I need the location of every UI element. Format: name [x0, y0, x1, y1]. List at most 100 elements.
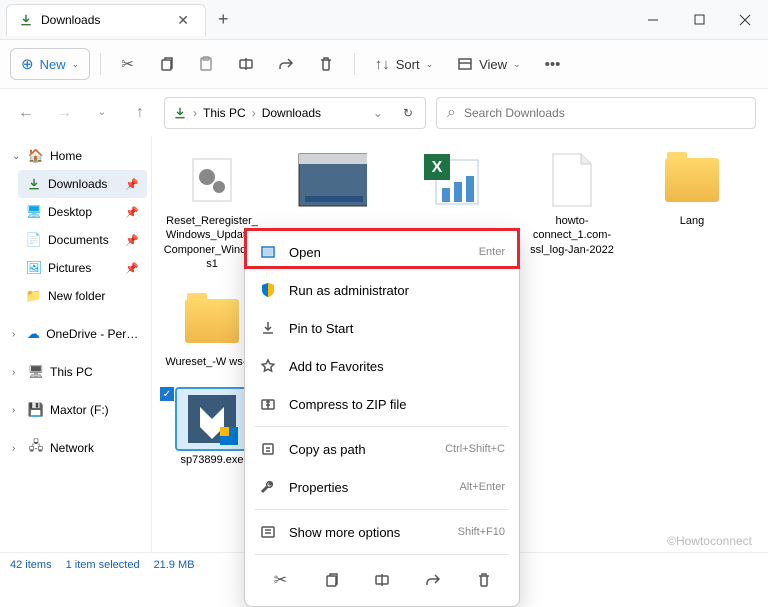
view-label: View — [479, 57, 507, 72]
documents-icon: 📄 — [26, 232, 42, 248]
drive-icon: 💾 — [28, 402, 44, 418]
svg-text:X: X — [432, 159, 443, 176]
delete-button[interactable] — [308, 48, 344, 80]
trash-icon — [318, 56, 334, 72]
context-cut-button[interactable]: ✂ — [264, 564, 296, 596]
refresh-button[interactable]: ↻ — [399, 106, 417, 120]
context-pin-to-start[interactable]: Pin to Start — [245, 309, 519, 347]
batch-file-icon — [177, 150, 247, 210]
new-label: New — [40, 57, 66, 72]
context-share-button[interactable] — [417, 564, 449, 596]
forward-button[interactable]: → — [50, 99, 78, 127]
app-window-icon — [297, 150, 367, 210]
rename-button[interactable] — [228, 48, 264, 80]
view-icon — [457, 56, 473, 72]
context-copy-as-path[interactable]: Copy as path Ctrl+Shift+C — [245, 430, 519, 468]
pc-icon: 🖥 — [28, 364, 44, 380]
new-button[interactable]: ⊕ New ⌄ — [10, 48, 90, 80]
maximize-button[interactable] — [676, 0, 722, 40]
pictures-icon: 🖼 — [26, 260, 42, 276]
paste-button[interactable] — [188, 48, 224, 80]
cloud-icon: ☁ — [27, 326, 41, 342]
copy-path-icon — [259, 441, 277, 457]
sidebar-item-onedrive[interactable]: › ☁ OneDrive - Personal — [4, 320, 147, 348]
context-rename-button[interactable] — [366, 564, 398, 596]
pin-icon — [259, 320, 277, 336]
cut-button[interactable]: ✂ — [111, 48, 144, 80]
context-delete-button[interactable] — [468, 564, 500, 596]
context-run-as-admin[interactable]: Run as administrator — [245, 271, 519, 309]
sidebar-item-documents[interactable]: 📄 Documents 📌 — [18, 226, 147, 254]
share-icon — [278, 56, 294, 72]
pin-icon: 📌 — [125, 234, 139, 247]
download-icon — [19, 13, 33, 27]
minimize-button[interactable] — [630, 0, 676, 40]
recent-button[interactable]: ⌄ — [88, 99, 116, 127]
chevron-right-icon: › — [193, 106, 197, 120]
sidebar-item-thispc[interactable]: › 🖥 This PC — [4, 358, 147, 386]
more-icon — [259, 524, 277, 540]
sidebar-item-desktop[interactable]: 🖥 Desktop 📌 — [18, 198, 147, 226]
context-show-more[interactable]: Show more options Shift+F10 — [245, 513, 519, 551]
tab-close-button[interactable]: ✕ — [173, 12, 193, 29]
context-open[interactable]: Open Enter — [245, 233, 519, 271]
open-icon — [259, 244, 277, 260]
navigation-pane: ⌄ 🏠 Home Downloads 📌 🖥 Desktop 📌 📄 Docum… — [0, 136, 152, 552]
context-compress-zip[interactable]: Compress to ZIP file — [245, 385, 519, 423]
chevron-right-icon: › — [12, 405, 22, 416]
up-button[interactable]: ↑ — [126, 99, 154, 127]
search-box[interactable]: ⌕ — [436, 97, 756, 129]
file-item[interactable]: Lang — [642, 150, 742, 271]
sidebar-item-network[interactable]: › 🖧 Network — [4, 434, 147, 462]
sort-icon: ↑↓ — [375, 56, 390, 73]
paste-icon — [198, 56, 214, 72]
shield-icon — [259, 282, 277, 298]
navigation-bar: ← → ⌄ ↑ › This PC › Downloads ⌄ ↻ ⌕ — [0, 88, 768, 136]
sidebar-item-pictures[interactable]: 🖼 Pictures 📌 — [18, 254, 147, 282]
more-button[interactable]: ••• — [535, 48, 571, 80]
context-add-to-favorites[interactable]: Add to Favorites — [245, 347, 519, 385]
breadcrumb-thispc[interactable]: This PC — [203, 106, 246, 120]
pin-icon: 📌 — [125, 262, 139, 275]
file-item[interactable]: howto-connect_1.com-ssl_log-Jan-2022 — [522, 150, 622, 271]
ellipsis-icon: ••• — [545, 56, 561, 73]
pin-icon: 📌 — [125, 206, 139, 219]
close-button[interactable] — [722, 0, 768, 40]
sidebar-item-newfolder[interactable]: 📁 New folder — [18, 282, 147, 310]
chevron-right-icon: › — [12, 443, 22, 454]
watermark: ©Howtoconnect — [667, 534, 752, 548]
address-dropdown[interactable]: ⌄ — [373, 106, 383, 120]
search-input[interactable] — [464, 106, 745, 120]
folder-icon — [177, 291, 247, 351]
download-icon — [26, 176, 42, 192]
share-button[interactable] — [268, 48, 304, 80]
chevron-down-icon: ⌄ — [513, 59, 521, 70]
new-tab-button[interactable]: + — [206, 9, 241, 30]
scissors-icon: ✂ — [121, 55, 134, 73]
tab-title: Downloads — [41, 13, 173, 27]
context-properties[interactable]: Properties Alt+Enter — [245, 468, 519, 506]
folder-icon — [657, 150, 727, 210]
context-copy-button[interactable] — [315, 564, 347, 596]
sidebar-item-maxtor[interactable]: › 💾 Maxtor (F:) — [4, 396, 147, 424]
address-bar[interactable]: › This PC › Downloads ⌄ ↻ — [164, 97, 426, 129]
chevron-down-icon: ⌄ — [12, 151, 22, 162]
home-icon: 🏠 — [28, 148, 44, 164]
context-menu: Open Enter Run as administrator Pin to S… — [244, 228, 520, 607]
chevron-down-icon: ⌄ — [426, 59, 434, 70]
sort-button[interactable]: ↑↓ Sort ⌄ — [365, 48, 443, 80]
excel-icon: X — [417, 150, 487, 210]
star-icon — [259, 358, 277, 374]
chevron-right-icon: › — [12, 367, 22, 378]
copy-button[interactable] — [148, 48, 184, 80]
wrench-icon — [259, 479, 277, 495]
zip-icon — [259, 396, 277, 412]
command-bar: ⊕ New ⌄ ✂ ↑↓ Sort ⌄ View ⌄ ••• — [0, 40, 768, 88]
view-button[interactable]: View ⌄ — [447, 48, 531, 80]
sidebar-item-home[interactable]: ⌄ 🏠 Home — [4, 142, 147, 170]
back-button[interactable]: ← — [12, 99, 40, 127]
breadcrumb-downloads[interactable]: Downloads — [262, 106, 321, 120]
tab-downloads[interactable]: Downloads ✕ — [6, 4, 206, 36]
titlebar: Downloads ✕ + — [0, 0, 768, 40]
sidebar-item-downloads[interactable]: Downloads 📌 — [18, 170, 147, 198]
